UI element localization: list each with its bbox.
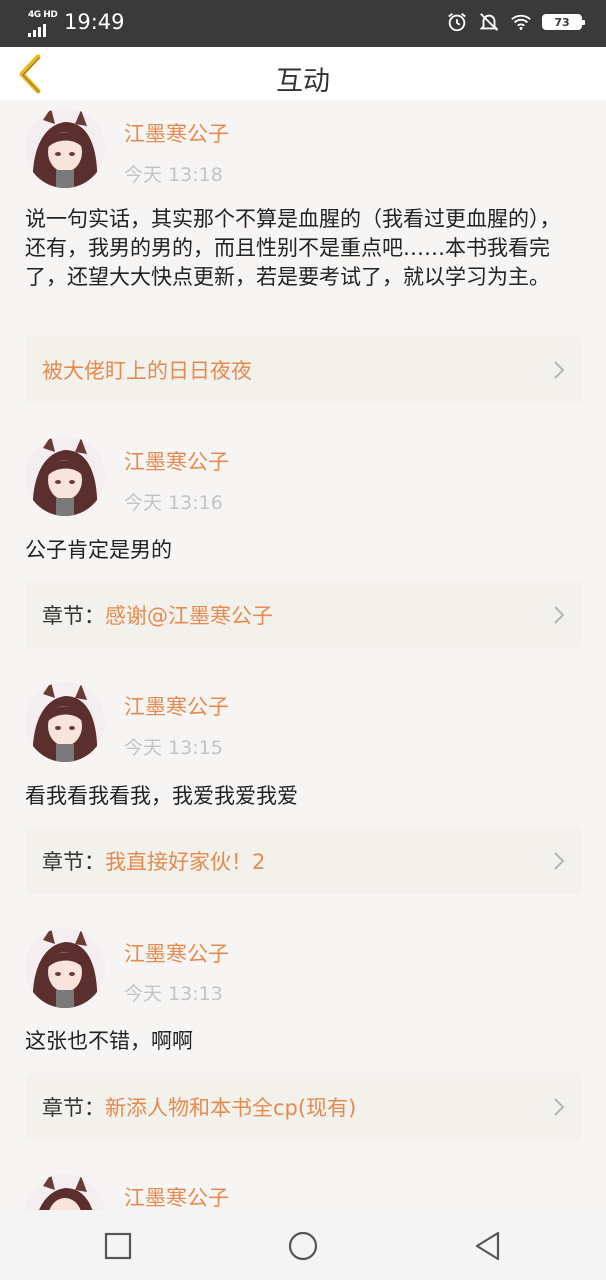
book-link[interactable]: 被大佬盯上的日日夜夜: [25, 336, 581, 403]
comment-text: 公子肯定是男的: [25, 538, 172, 562]
chevron-right-icon: [554, 1098, 565, 1116]
ref-title: 感谢@江墨寒公子: [105, 603, 273, 628]
username[interactable]: 江墨寒公子: [124, 446, 229, 476]
ref-prefix: 章节：: [42, 1095, 105, 1120]
page-title: 互动: [276, 66, 330, 97]
battery-level: 73: [554, 15, 570, 29]
chevron-right-icon: [554, 852, 565, 870]
username[interactable]: 江墨寒公子: [124, 118, 229, 148]
username[interactable]: 江墨寒公子: [124, 691, 229, 721]
comment-feed[interactable]: 江墨寒公子 今天 13:18 说一句实话，其实那个不算是血腥的（我看过更血腥的）…: [0, 100, 606, 1210]
comment-item: 江墨寒公子: [0, 1174, 606, 1210]
status-icons: 73: [446, 11, 585, 33]
ref-title: 被大佬盯上的日日夜夜: [42, 358, 252, 383]
username[interactable]: 江墨寒公子: [124, 938, 229, 968]
chevron-right-icon: [554, 361, 565, 379]
ref-prefix: 章节：: [42, 603, 105, 628]
comment-text: 看我看我看我，我爱我爱我爱: [25, 784, 298, 808]
ref-title: 我直接好家伙！2: [105, 849, 266, 874]
network-type: 4G HD: [28, 10, 58, 20]
avatar[interactable]: [25, 436, 105, 516]
mute-icon: [479, 13, 499, 31]
status-bar: 4G HD 19:49 73: [0, 0, 606, 47]
comment-time: 今天 13:15: [124, 737, 223, 759]
comment-text: 说一句实话，其实那个不算是血腥的（我看过更血腥的），还有，我男的男的，而且性别不…: [25, 207, 561, 289]
battery-icon: 73: [542, 14, 585, 30]
avatar[interactable]: [25, 928, 105, 1008]
title-bar: 互动: [0, 47, 606, 100]
wifi-icon: [511, 14, 531, 30]
comment-item: 江墨寒公子 今天 13:13 这张也不错，啊啊 章节： 新添人物和本书全cp(现…: [0, 928, 606, 1143]
back-icon[interactable]: [471, 1229, 505, 1263]
comment-item: 江墨寒公子 今天 13:16 公子肯定是男的 章节： 感谢@江墨寒公子: [0, 436, 606, 651]
comment-item: 江墨寒公子 今天 13:15 看我看我看我，我爱我爱我爱 章节： 我直接好家伙！…: [0, 682, 606, 897]
avatar[interactable]: [25, 108, 105, 188]
ref-title: 新添人物和本书全cp(现有): [105, 1095, 357, 1120]
alarm-icon: [448, 13, 466, 32]
chapter-link[interactable]: 章节： 新添人物和本书全cp(现有): [25, 1073, 581, 1140]
navigation-bar: [0, 1210, 606, 1280]
status-time: 19:49: [64, 10, 125, 34]
comment-item: 江墨寒公子 今天 13:18 说一句实话，其实那个不算是血腥的（我看过更血腥的）…: [0, 108, 606, 408]
comment-time: 今天 13:18: [124, 164, 223, 186]
avatar[interactable]: [25, 682, 105, 762]
comment-time: 今天 13:13: [124, 983, 223, 1005]
recent-apps-icon[interactable]: [101, 1229, 135, 1263]
comment-time: 今天 13:16: [124, 492, 223, 514]
username[interactable]: 江墨寒公子: [124, 1182, 229, 1210]
chapter-link[interactable]: 章节： 我直接好家伙！2: [25, 827, 581, 894]
cellular-signal-icon: 4G HD: [26, 8, 58, 38]
avatar[interactable]: [25, 1174, 105, 1210]
chapter-link[interactable]: 章节： 感谢@江墨寒公子: [25, 581, 581, 648]
comment-text: 这张也不错，啊啊: [25, 1029, 193, 1053]
ref-prefix: 章节：: [42, 849, 105, 874]
chevron-right-icon: [554, 606, 565, 624]
home-icon[interactable]: [286, 1229, 320, 1263]
